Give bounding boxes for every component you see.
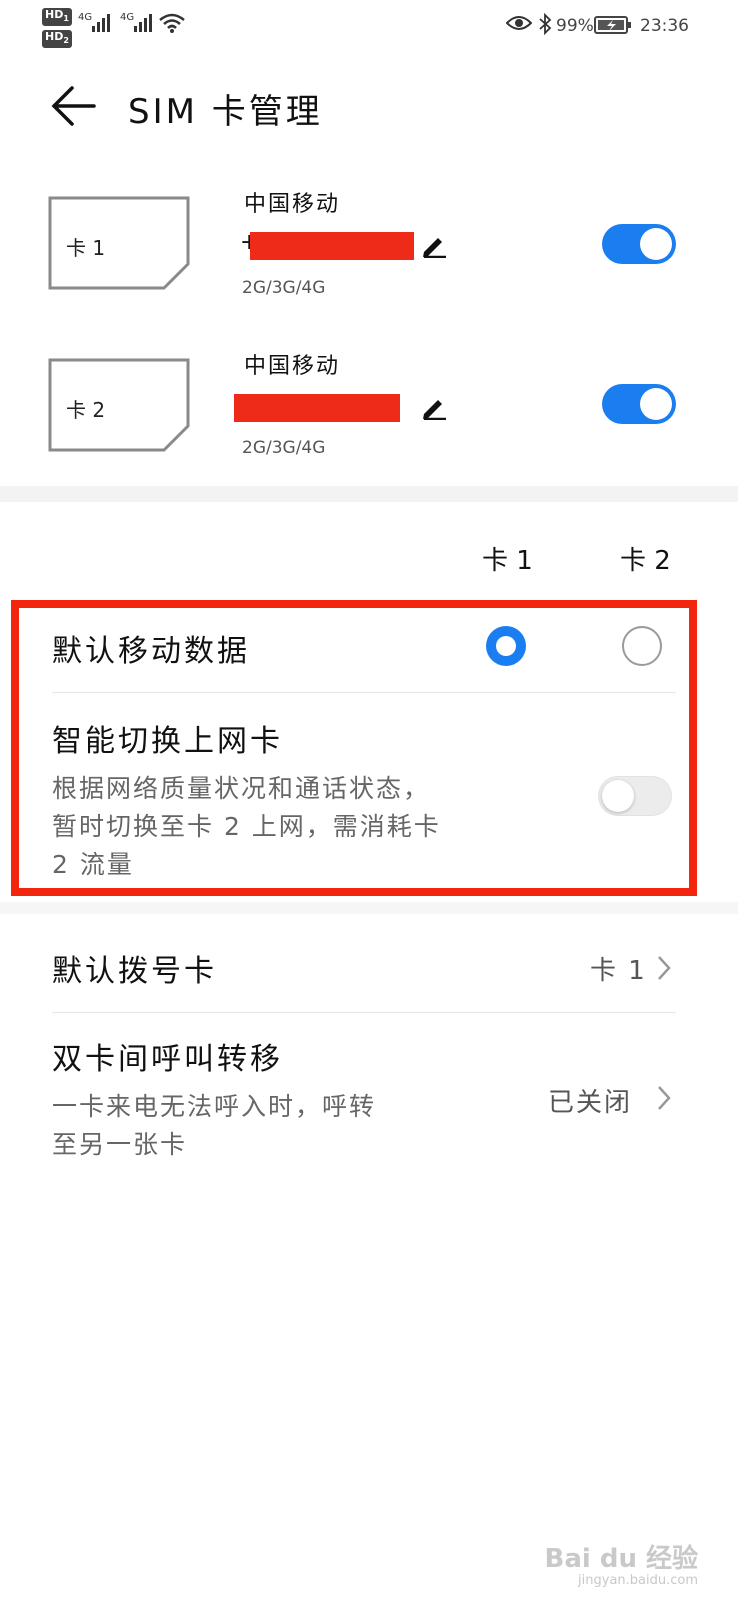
- sim2-operator: 中国移动: [244, 354, 341, 379]
- chevron-right-icon: [658, 1086, 671, 1110]
- wifi-icon: [159, 13, 185, 33]
- sim1-number-redacted: [250, 232, 414, 260]
- network-type-2: 4G: [120, 12, 135, 23]
- default-dial-value: 卡 1: [590, 956, 647, 986]
- back-arrow-icon[interactable]: [48, 84, 98, 128]
- default-dial-row[interactable]: 默认拨号卡 卡 1: [0, 924, 738, 1010]
- column-header-card2: 卡 2: [620, 546, 671, 576]
- page-title: SIM 卡管理: [128, 92, 323, 132]
- sim2-edit-pencil-icon[interactable]: [420, 392, 448, 420]
- column-header-card1: 卡 1: [482, 546, 533, 576]
- sim2-number-redacted: [234, 394, 400, 422]
- sim2-enable-toggle[interactable]: [602, 384, 676, 424]
- baidu-watermark: Bai du 经验 jingyan.baidu.com: [544, 1544, 699, 1588]
- sim1-edit-pencil-icon[interactable]: [420, 230, 448, 258]
- sim-card-label: 卡 1: [66, 236, 106, 260]
- battery-charging-icon: [594, 16, 631, 34]
- bluetooth-icon: [539, 13, 552, 35]
- hd-badge-1: HD1: [42, 8, 72, 27]
- status-bar: HD1 HD2 4G 4G 99% 23:36: [0, 0, 738, 52]
- default-dial-label: 默认拨号卡: [52, 954, 217, 989]
- signal-icon: [92, 14, 110, 32]
- eye-icon: [506, 16, 532, 30]
- section-divider-2: [0, 902, 738, 914]
- row-divider: [52, 1012, 676, 1013]
- hd-badge-2: HD2: [42, 30, 72, 49]
- battery-percent: 99%: [556, 16, 594, 36]
- clock: 23:36: [640, 16, 689, 36]
- sim-card-1: 卡 1: [48, 196, 190, 294]
- call-forward-row[interactable]: 双卡间呼叫转移 一卡来电无法呼入时，呼转 至另一张卡 已关闭: [0, 1016, 738, 1176]
- sim2-network: 2G/3G/4G: [242, 438, 326, 458]
- sim1-enable-toggle[interactable]: [602, 224, 676, 264]
- call-forward-desc: 一卡来电无法呼入时，呼转 至另一张卡: [52, 1092, 377, 1159]
- network-type-1: 4G: [78, 12, 93, 23]
- highlight-annotation-box: [11, 600, 697, 896]
- signal-icon-2: [134, 14, 152, 32]
- chevron-right-icon: [658, 956, 671, 980]
- section-divider: [0, 486, 738, 502]
- call-forward-value: 已关闭: [548, 1088, 633, 1118]
- sim1-network: 2G/3G/4G: [242, 278, 326, 298]
- sim-card-2: 卡 2: [48, 358, 190, 456]
- call-forward-label: 双卡间呼叫转移: [52, 1042, 283, 1077]
- sim1-operator: 中国移动: [244, 192, 341, 217]
- sim-card-label: 卡 2: [66, 398, 106, 422]
